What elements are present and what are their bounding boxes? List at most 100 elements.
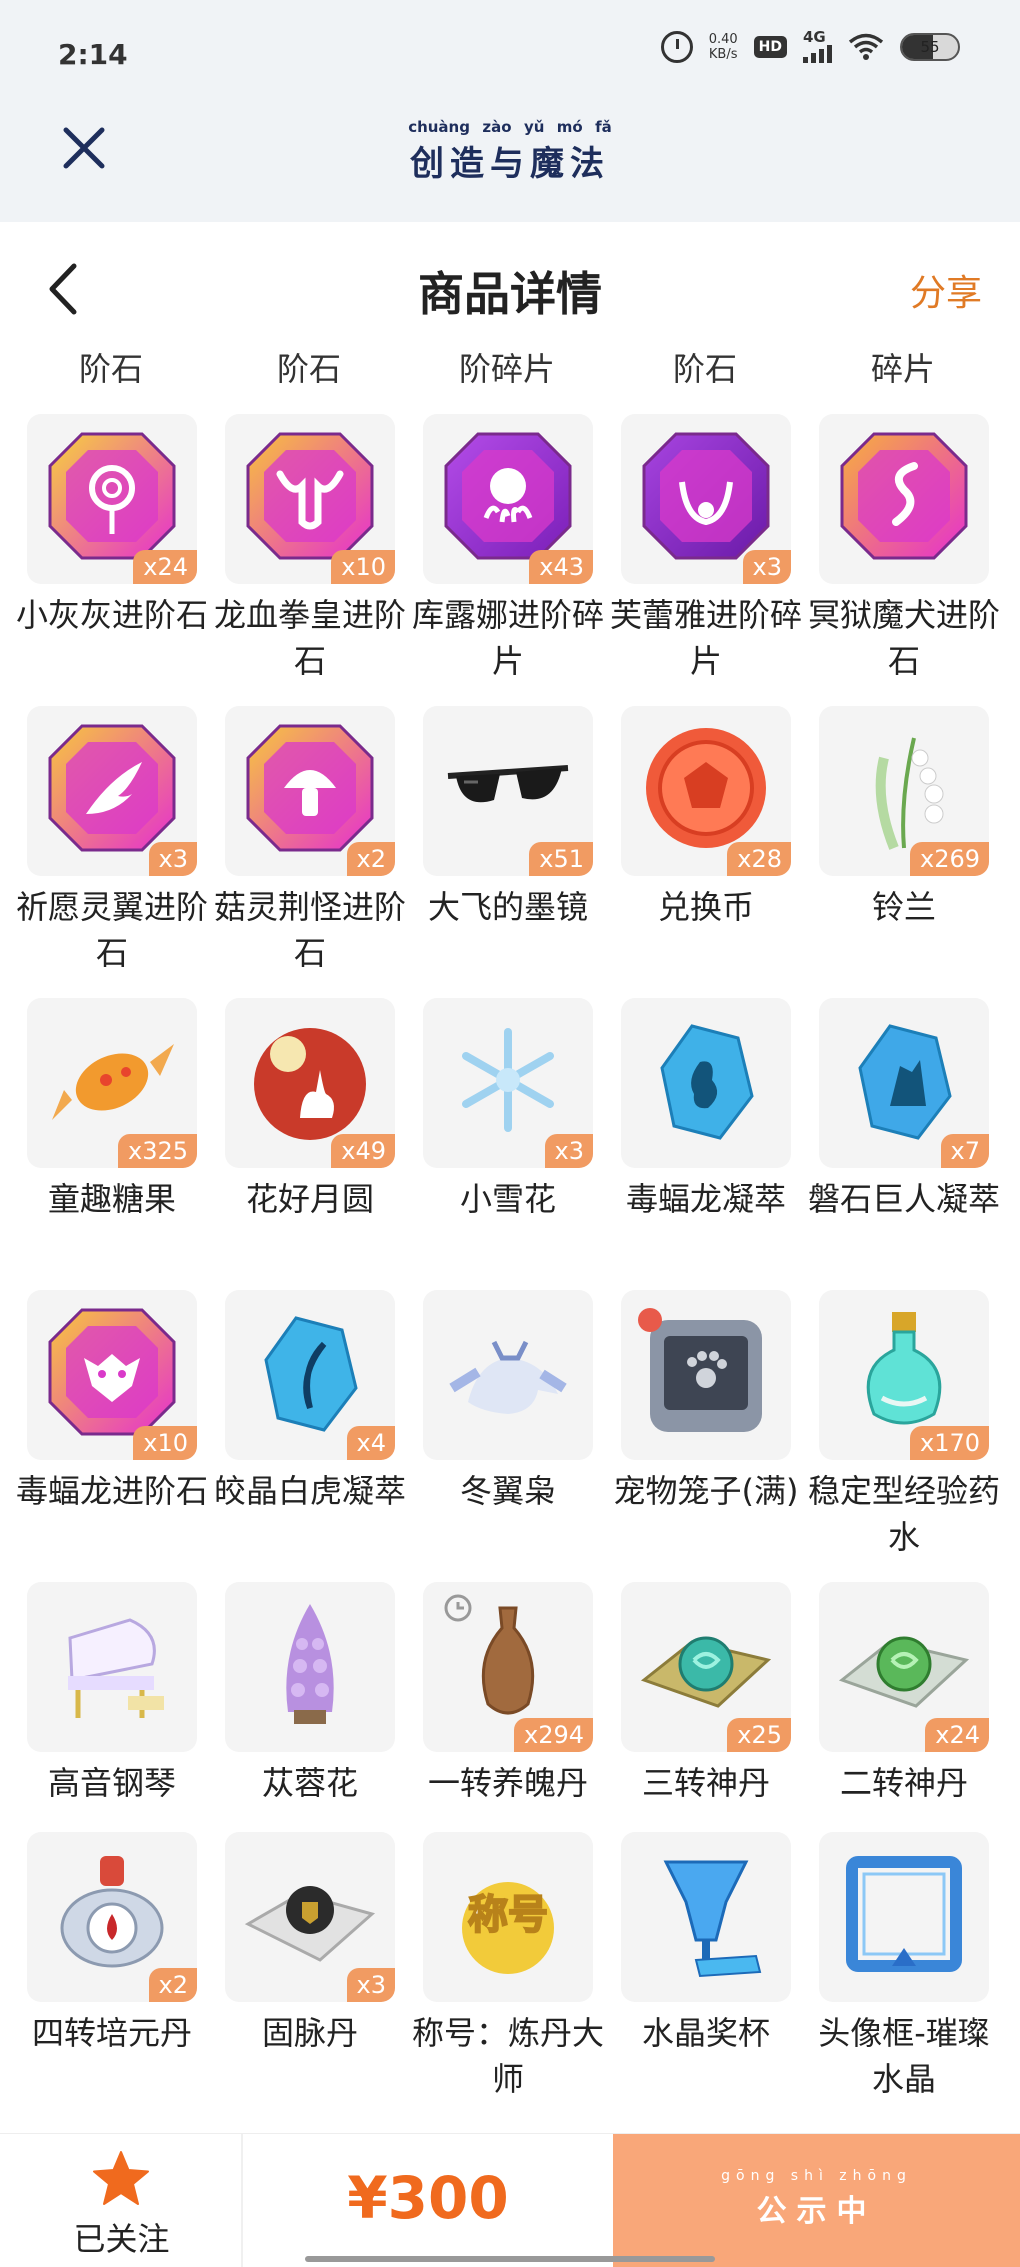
gem-mushroom-icon <box>246 724 374 852</box>
item-card[interactable]: x24 小灰灰进阶石 <box>0 414 208 694</box>
item-thumbnail: x10 <box>225 414 395 584</box>
crystal-fang-icon <box>264 1316 358 1432</box>
item-name: 水晶奖杯 <box>641 2014 770 2052</box>
item-thumbnail: x24 <box>819 1582 989 1752</box>
item-thumbnail <box>621 1290 791 1460</box>
pill-device-icon <box>60 1856 164 1968</box>
app-logo: chuàng zào yǔ mó fǎ 创造与魔法 <box>390 118 630 188</box>
share-button[interactable]: 分享 <box>910 264 982 316</box>
partial-label: 阶石 <box>78 350 143 388</box>
gem-bull-icon <box>246 432 374 560</box>
price-area: ¥300 <box>243 2134 613 2267</box>
item-card[interactable]: 高音钢琴 <box>0 1582 198 1862</box>
quantity-badge: x24 <box>133 550 197 584</box>
item-card[interactable]: x4 皎晶白虎凝萃 <box>198 1290 406 1570</box>
item-thumbnail: x25 <box>621 1582 791 1752</box>
item-name: 冬翼枭 <box>459 1472 556 1510</box>
wifi-icon <box>848 33 884 60</box>
item-thumbnail: x3 <box>27 706 197 876</box>
item-name: 苁蓉花 <box>261 1764 358 1802</box>
item-card[interactable]: x269 铃兰 <box>792 706 990 986</box>
item-card[interactable]: x10 龙血拳皇进阶石 <box>198 414 406 694</box>
item-card[interactable]: x7 磐石巨人凝萃 <box>792 998 1000 1278</box>
quantity-badge: x2 <box>148 1968 197 2002</box>
partial-label: 阶石 <box>276 350 341 388</box>
item-card[interactable]: x3 祈愿灵翼进阶石 <box>0 706 208 986</box>
item-card[interactable]: x294 一转养魄丹 <box>396 1582 594 1862</box>
item-card[interactable]: x3 固脉丹 <box>198 1832 396 2112</box>
item-card[interactable]: 冬翼枭 <box>396 1290 594 1570</box>
item-thumbnail: x43 <box>423 414 593 584</box>
publicity-button[interactable]: gōng shì zhōng 公示中 <box>613 2134 1020 2267</box>
item-name: 头像框-璀璨水晶 <box>818 2014 990 2098</box>
quantity-badge: x3 <box>346 1968 395 2002</box>
item-card[interactable]: x24 二转神丹 <box>792 1582 990 1862</box>
item-name: 稳定型经验药水 <box>807 1472 1000 1556</box>
item-card[interactable]: 水晶奖杯 <box>594 1832 792 2112</box>
follow-button[interactable]: 已关注 <box>0 2134 243 2267</box>
price: ¥300 <box>347 2164 509 2232</box>
item-card[interactable]: x325 童趣糖果 <box>0 998 198 1278</box>
item-card[interactable]: 苁蓉花 <box>198 1582 396 1862</box>
follow-label: 已关注 <box>73 2220 170 2258</box>
item-name: 一转养魄丹 <box>427 1764 588 1802</box>
quantity-badge: x10 <box>133 1426 197 1460</box>
title-badge-text: 称号 <box>468 1892 548 1938</box>
item-name: 铃兰 <box>871 888 936 926</box>
quantity-badge: x3 <box>148 842 197 876</box>
item-card[interactable]: x3 芙蕾雅进阶碎片 <box>594 414 802 694</box>
star-icon <box>93 2151 149 2205</box>
home-indicator[interactable] <box>305 2256 715 2262</box>
item-card[interactable]: x2 四转培元丹 <box>0 1832 198 2112</box>
item-card[interactable]: x2 菇灵荆怪进阶石 <box>198 706 406 986</box>
item-name: 三转神丹 <box>641 1764 770 1802</box>
item-card[interactable]: x49 花好月圆 <box>198 998 396 1278</box>
item-name: 菇灵荆怪进阶石 <box>213 888 406 972</box>
item-name: 固脉丹 <box>261 2014 358 2052</box>
item-name: 皎晶白虎凝萃 <box>213 1472 406 1510</box>
item-card[interactable]: 头像框-璀璨水晶 <box>792 1832 990 2112</box>
item-thumbnail: x170 <box>819 1290 989 1460</box>
item-thumbnail: x3 <box>225 1832 395 2002</box>
item-name: 宠物笼子(满) <box>613 1472 799 1510</box>
item-card[interactable]: 冥狱魔犬进阶石 <box>792 414 1000 694</box>
winter-owl-icon <box>449 1340 567 1414</box>
item-thumbnail: x10 <box>27 1290 197 1460</box>
gem-octopus-icon <box>444 432 572 560</box>
snowflake-icon <box>462 1028 554 1132</box>
quantity-badge: x7 <box>940 1134 989 1168</box>
item-card[interactable]: x3 小雪花 <box>396 998 594 1278</box>
item-name: 童趣糖果 <box>47 1180 176 1218</box>
signal-icon: 4G <box>803 30 832 63</box>
candy-icon <box>52 1044 174 1120</box>
item-card[interactable]: 毒蝠龙凝萃 <box>594 998 792 1278</box>
publicity-label: 公示中 <box>756 2194 877 2229</box>
item-card[interactable]: 宠物笼子(满) <box>594 1290 798 1570</box>
quantity-badge: x170 <box>909 1426 989 1460</box>
status-bar: 2:14 0.40 KB/s HD 4G 55 <box>0 0 1020 110</box>
logo-pinyin-5: fǎ <box>595 118 612 136</box>
item-thumbnail: x325 <box>27 998 197 1168</box>
item-name: 四转培元丹 <box>31 2014 192 2052</box>
item-card[interactable]: x170 稳定型经验药水 <box>792 1290 1000 1570</box>
close-icon[interactable] <box>58 122 110 174</box>
item-name: 库露娜进阶碎片 <box>411 596 604 680</box>
item-thumbnail <box>423 1290 593 1460</box>
gem-wing-icon <box>48 724 176 852</box>
item-name: 祈愿灵翼进阶石 <box>15 888 208 972</box>
item-card[interactable]: x25 三转神丹 <box>594 1582 792 1862</box>
item-card[interactable]: 称号 称号：炼丹大师 <box>396 1832 604 2112</box>
item-card[interactable]: x51 大飞的墨镜 <box>396 706 594 986</box>
product-detail-card: 商品详情 分享 阶石 阶石 阶碎片 阶石 碎片 x24 小灰灰进阶石 x10 龙血拳皇… <box>0 222 1020 2132</box>
item-name: 小雪花 <box>459 1180 556 1218</box>
lily-of-valley-icon <box>875 737 944 850</box>
publicity-pinyin: gōng shì zhōng <box>721 2168 912 2184</box>
item-card[interactable]: x43 库露娜进阶碎片 <box>396 414 604 694</box>
item-card[interactable]: x28 兑换币 <box>594 706 792 986</box>
item-name: 芙蕾雅进阶碎片 <box>609 596 802 680</box>
item-card[interactable]: x10 毒蝠龙进阶石 <box>0 1290 208 1570</box>
quantity-badge: x294 <box>513 1718 593 1752</box>
signal-label: 4G <box>803 28 826 46</box>
app-top-area: 2:14 0.40 KB/s HD 4G 55 chuàng zào yǔ mó… <box>0 0 1020 222</box>
logo-pinyin-3: yǔ <box>523 118 545 136</box>
